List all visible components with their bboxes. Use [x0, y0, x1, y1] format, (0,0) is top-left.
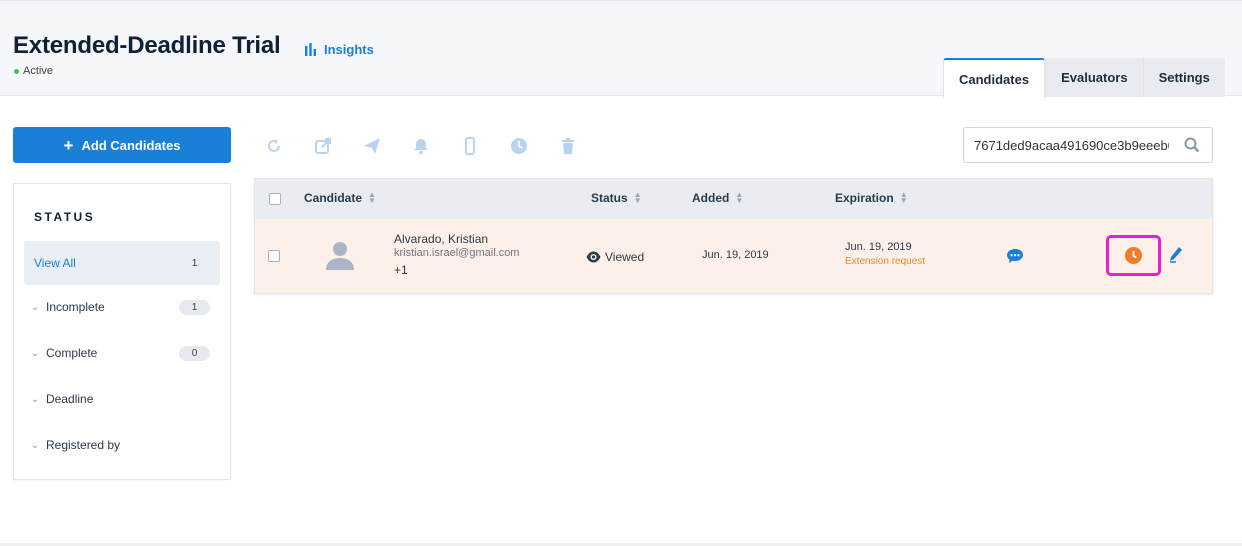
insights-label: Insights [324, 42, 374, 57]
chevron-down-icon: ⌄ [30, 301, 40, 313]
comment-icon[interactable] [1006, 248, 1024, 267]
page-title: Extended-Deadline Trial [13, 32, 281, 59]
column-candidate[interactable]: Candidate ▲ ▼ [304, 190, 376, 206]
table-row[interactable]: Alvarado, Kristian kristian.israel@gmail… [255, 219, 1212, 293]
sort-icon: ▲ ▼ [899, 190, 908, 205]
extension-request-label: Extension request [845, 256, 926, 267]
sort-icon: ▲ ▼ [368, 190, 376, 205]
column-label: Expiration [835, 191, 894, 205]
bell-icon[interactable] [409, 134, 432, 157]
row-checkbox[interactable] [268, 250, 280, 262]
eye-icon [586, 251, 601, 263]
column-added[interactable]: Added ▲ ▼ [692, 190, 744, 206]
add-candidates-button[interactable]: + Add Candidates [13, 127, 231, 163]
chevron-down-icon: ⌄ [30, 347, 40, 359]
filter-complete[interactable]: ⌄ Complete 0 [24, 331, 220, 375]
plus-icon: + [63, 135, 74, 155]
tab-candidates[interactable]: Candidates [943, 58, 1046, 98]
expiration-date: Jun. 19, 2019 [845, 241, 912, 253]
tab-bar: Candidates Evaluators Settings [943, 58, 1225, 98]
search-input[interactable] [964, 137, 1169, 153]
search-icon[interactable] [1184, 137, 1200, 158]
status-dot-icon [14, 68, 19, 74]
sort-icon: ▲ ▼ [633, 190, 642, 205]
trash-icon[interactable] [556, 134, 579, 157]
table-header: Candidate ▲ ▼ Status ▲ ▼ Added ▲ ▼ Expirati… [255, 179, 1212, 219]
filter-deadline[interactable]: ⌄ Deadline [24, 377, 220, 421]
count-badge: 1 [191, 257, 198, 269]
status-filter-title: STATUS [34, 210, 96, 224]
trial-status: Active [14, 65, 53, 77]
candidate-status: Viewed [586, 250, 644, 264]
filter-registered-by[interactable]: ⌄ Registered by [24, 423, 220, 467]
edit-pencil-icon[interactable] [1168, 246, 1183, 267]
chevron-down-icon: ⌄ [30, 393, 40, 405]
external-link-icon[interactable] [311, 134, 334, 157]
bulk-action-toolbar [262, 134, 579, 157]
count-badge: 0 [179, 345, 210, 361]
added-date: Jun. 19, 2019 [702, 249, 769, 261]
bar-chart-icon [305, 43, 316, 56]
candidate-extra-count: +1 [394, 263, 408, 277]
refresh-icon[interactable] [262, 134, 285, 157]
count-badge: 1 [179, 299, 210, 315]
column-label: Candidate [304, 191, 363, 205]
filter-label: Complete [46, 346, 98, 360]
status-filter-panel: STATUS View All 1 ⌄ Incomplete 1 ⌄ Compl… [13, 183, 231, 480]
filter-label: Deadline [46, 392, 94, 406]
sort-icon: ▲ ▼ [735, 190, 744, 205]
chevron-down-icon: ⌄ [30, 439, 40, 451]
column-status[interactable]: Status ▲ ▼ [591, 190, 642, 206]
extension-request-button[interactable] [1106, 235, 1161, 276]
clock-icon[interactable] [507, 134, 530, 157]
candidate-info: Alvarado, Kristian kristian.israel@gmail… [394, 232, 519, 277]
expiration-cell: Jun. 19, 2019 Extension request [845, 241, 925, 267]
search-box [963, 127, 1213, 163]
filter-label: Registered by [46, 438, 121, 452]
avatar [325, 240, 355, 273]
candidates-table: Candidate ▲ ▼ Status ▲ ▼ Added ▲ ▼ Expirati… [254, 178, 1213, 294]
add-candidates-label: Add Candidates [81, 137, 181, 153]
clock-icon [1125, 247, 1142, 264]
column-label: Status [591, 191, 628, 205]
page-header: Extended-Deadline Trial Active Insights … [0, 0, 1242, 98]
mobile-icon[interactable] [458, 134, 481, 157]
filter-label: View All [34, 256, 76, 270]
trial-status-label: Active [23, 65, 53, 77]
filter-incomplete[interactable]: ⌄ Incomplete 1 [24, 285, 220, 329]
tab-evaluators[interactable]: Evaluators [1045, 58, 1143, 97]
column-label: Added [692, 191, 730, 205]
select-all-checkbox[interactable] [269, 193, 281, 205]
insights-link[interactable]: Insights [304, 42, 374, 57]
candidate-name[interactable]: Alvarado, Kristian [394, 232, 519, 246]
tab-settings[interactable]: Settings [1142, 58, 1225, 97]
status-label: Viewed [605, 250, 645, 264]
filter-label: Incomplete [46, 300, 105, 314]
column-expiration[interactable]: Expiration ▲ ▼ [835, 190, 908, 206]
candidate-email: kristian.israel@gmail.com [394, 247, 520, 259]
send-icon[interactable] [360, 134, 383, 157]
filter-view-all[interactable]: View All 1 [24, 241, 220, 285]
